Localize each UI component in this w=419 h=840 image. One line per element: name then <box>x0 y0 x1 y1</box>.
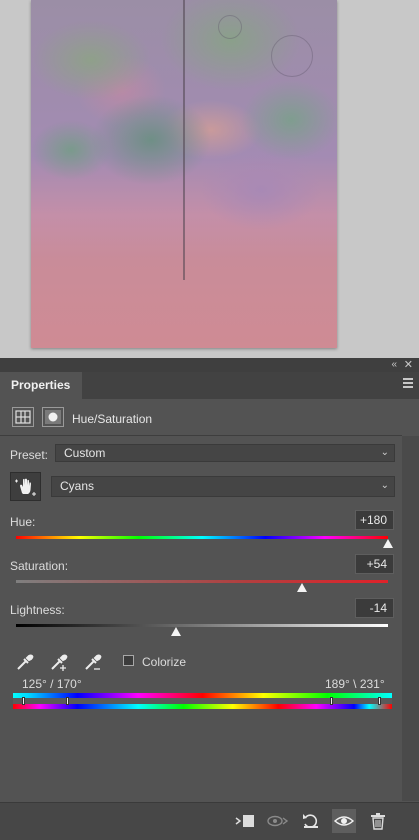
channel-value: Cyans <box>60 479 95 493</box>
hamburger-icon[interactable] <box>403 378 413 388</box>
eyedropper-icon[interactable] <box>14 651 36 673</box>
trash-icon[interactable] <box>366 809 390 833</box>
panel-footer <box>0 802 419 840</box>
hue-saturation-icon[interactable] <box>12 407 34 427</box>
lightness-slider-track[interactable] <box>16 624 388 627</box>
chevron-down-icon: ⌄ <box>380 447 389 458</box>
channel-dropdown[interactable]: Cyans ⌄ <box>51 476 395 497</box>
image-spot <box>271 35 313 77</box>
header-divider <box>0 435 402 436</box>
mask-icon[interactable] <box>42 407 64 427</box>
reset-icon[interactable] <box>299 809 323 833</box>
hue-input[interactable]: +180 <box>355 510 394 530</box>
preset-dropdown[interactable]: Custom ⌄ <box>55 444 395 462</box>
range-handle-falloff-right[interactable] <box>378 697 381 705</box>
adjustment-header: Hue/Saturation <box>0 399 419 434</box>
hue-label: Hue: <box>10 515 36 529</box>
colorize-checkbox[interactable] <box>123 655 134 666</box>
lightness-slider-handle[interactable] <box>170 627 181 636</box>
eyedropper-minus-icon[interactable] <box>82 651 104 673</box>
image-vertical-line <box>183 0 185 280</box>
properties-panel: « ✕ Properties Hue/Saturation Preset: Cu… <box>0 358 419 840</box>
range-right-label: 189° \ 231° <box>325 677 385 691</box>
saturation-label: Saturation: <box>10 559 69 573</box>
preset-value: Custom <box>64 446 106 460</box>
saturation-slider-track[interactable] <box>16 580 388 583</box>
clip-to-layer-icon[interactable] <box>233 809 257 833</box>
chevron-down-icon: ⌄ <box>380 480 389 491</box>
hue-slider-track[interactable] <box>16 536 388 539</box>
view-previous-icon[interactable] <box>266 809 290 833</box>
hand-target-icon[interactable] <box>10 472 41 501</box>
colorize-label: Colorize <box>142 655 187 669</box>
preset-label: Preset: <box>10 448 49 462</box>
panel-scrollbar[interactable] <box>402 436 419 801</box>
range-handle-right[interactable] <box>330 697 333 705</box>
range-left-label: 125° / 170° <box>22 677 82 691</box>
close-icon[interactable]: ✕ <box>404 358 413 372</box>
range-handle-left[interactable] <box>66 697 69 705</box>
lightness-input[interactable]: -14 <box>355 598 394 618</box>
image-spot <box>218 15 242 39</box>
panel-tab-bar: Properties <box>0 372 419 399</box>
color-spectrum-bottom <box>13 704 392 709</box>
panel-top-bar: « ✕ <box>0 358 419 372</box>
tab-properties[interactable]: Properties <box>0 372 82 399</box>
eyedropper-plus-icon[interactable] <box>48 651 70 673</box>
saturation-slider-handle[interactable] <box>297 583 308 592</box>
double-chevron-icon[interactable]: « <box>391 358 397 372</box>
range-handle-falloff-left[interactable] <box>22 697 25 705</box>
eye-icon[interactable] <box>332 809 356 833</box>
saturation-input[interactable]: +54 <box>355 554 394 574</box>
document-canvas-area <box>0 0 419 358</box>
document-image[interactable] <box>31 0 337 348</box>
adjustment-title: Hue/Saturation <box>72 412 153 426</box>
lightness-label: Lightness: <box>10 603 65 617</box>
hue-slider-handle[interactable] <box>383 539 393 548</box>
